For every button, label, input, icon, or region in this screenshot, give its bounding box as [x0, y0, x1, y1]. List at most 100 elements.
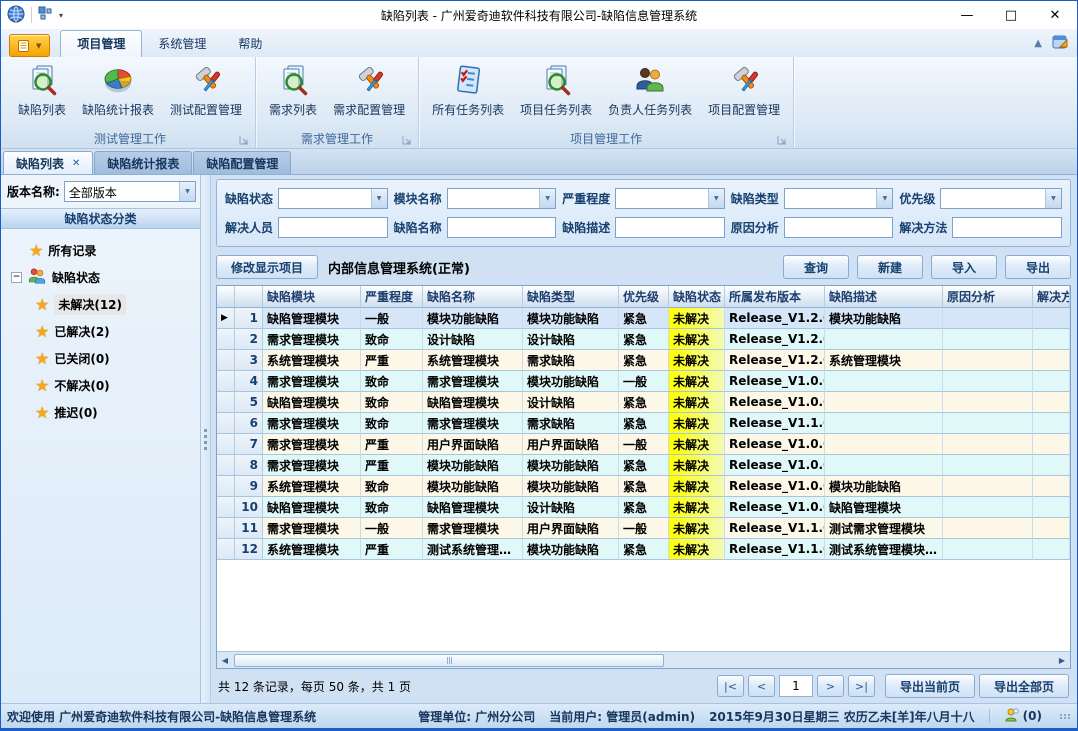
tree-node-1[interactable]: ★所有记录 [11, 237, 196, 264]
action-button-1[interactable]: 查询 [783, 255, 849, 279]
ribbon-button-3-4[interactable]: 项目配置管理 [701, 61, 787, 120]
table-row[interactable]: 9系统管理模块致命模块功能缺陷模块功能缺陷紧急未解决Release_V1.0.0… [217, 476, 1070, 497]
ribbon-button-1-1[interactable]: 缺陷列表 [11, 61, 73, 120]
chevron-down-icon[interactable] [708, 189, 724, 208]
filter-input-2-3[interactable] [615, 217, 725, 238]
table-row[interactable]: 2需求管理模块致命设计缺陷设计缺陷紧急未解决Release_V1.2.0 [217, 329, 1070, 350]
ribbon-button-2-2[interactable]: 需求配置管理 [326, 61, 412, 120]
filter-combobox-1-5[interactable] [940, 188, 1062, 209]
ribbon-button-3-1[interactable]: 所有任务列表 [425, 61, 511, 120]
tree-node-2[interactable]: −缺陷状态 [11, 264, 196, 291]
table-row[interactable]: 6需求管理模块致命需求管理模块需求缺陷紧急未解决Release_V1.1.0 [217, 413, 1070, 434]
collapse-ribbon-icon[interactable]: ▲ [1034, 38, 1042, 49]
resize-grip[interactable] [1060, 714, 1071, 719]
row-number: 5 [235, 392, 263, 413]
doc-tab-2[interactable]: 缺陷统计报表 [94, 151, 192, 174]
next-page-button[interactable]: > [817, 675, 844, 697]
column-header-8[interactable]: 缺陷描述 [825, 286, 943, 308]
version-combobox[interactable]: 全部版本 [64, 181, 196, 202]
table-row[interactable]: 7需求管理模块严重用户界面缺陷用户界面缺陷一般未解决Release_V1.0.0 [217, 434, 1070, 455]
column-header-6[interactable]: 缺陷状态 [669, 286, 725, 308]
horizontal-scrollbar[interactable]: ◀ ▶ [217, 651, 1070, 668]
doc-tab-3[interactable]: 缺陷配置管理 [193, 151, 291, 174]
doc-tab-1[interactable]: 缺陷列表✕ [3, 151, 93, 174]
cell-缺陷类型: 设计缺陷 [523, 329, 619, 350]
ribbon-button-3-3[interactable]: 负责人任务列表 [601, 61, 699, 120]
column-header-10[interactable]: 解决方法 [1033, 286, 1070, 308]
ribbon-button-2-1[interactable]: 需求列表 [262, 61, 324, 120]
action-button-2[interactable]: 新建 [857, 255, 923, 279]
quick-access-icon[interactable] [38, 6, 53, 24]
export-all-pages-button[interactable]: 导出全部页 [979, 674, 1069, 698]
ribbon-button-1-3[interactable]: 测试配置管理 [163, 61, 249, 120]
scroll-left-icon[interactable]: ◀ [217, 653, 233, 668]
column-header-3[interactable]: 缺陷名称 [423, 286, 523, 308]
filter-input-2-1[interactable] [278, 217, 388, 238]
launcher-icon[interactable] [239, 134, 249, 148]
column-header-9[interactable]: 原因分析 [943, 286, 1033, 308]
tree-expander-icon[interactable]: − [11, 272, 22, 283]
filter-input-2-2[interactable] [447, 217, 557, 238]
cell-缺陷模块: 需求管理模块 [263, 455, 361, 476]
filter-combobox-1-2[interactable] [447, 188, 557, 209]
table-row[interactable]: 8需求管理模块严重模块功能缺陷模块功能缺陷紧急未解决Release_V1.0.0 [217, 455, 1070, 476]
filter-combobox-1-3[interactable] [615, 188, 725, 209]
tree-leaf-5[interactable]: ★推迟(0) [35, 399, 196, 426]
prev-page-button[interactable]: < [748, 675, 775, 697]
application-menu-button[interactable]: ▼ [9, 34, 50, 57]
export-current-page-button[interactable]: 导出当前页 [885, 674, 975, 698]
ribbon-tab-3[interactable]: 帮助 [222, 31, 278, 57]
ribbon-tab-1[interactable]: 项目管理 [60, 30, 142, 57]
column-header-2[interactable]: 严重程度 [361, 286, 423, 308]
scroll-right-icon[interactable]: ▶ [1054, 653, 1070, 668]
cell-所属发布版本: Release_V1.0.0 [725, 392, 825, 413]
filter-combobox-1-4[interactable] [784, 188, 894, 209]
tree-leaf-3[interactable]: ★已关闭(0) [35, 345, 196, 372]
first-page-button[interactable]: |< [717, 675, 744, 697]
quick-access-dropdown-icon[interactable]: ▾ [59, 11, 63, 20]
maximize-button[interactable]: □ [989, 2, 1033, 28]
filter-input-2-4[interactable] [784, 217, 894, 238]
table-row[interactable]: 12系统管理模块严重测试系统管理…模块功能缺陷紧急未解决Release_V1.1… [217, 539, 1070, 560]
chevron-down-icon[interactable] [876, 189, 892, 208]
chevron-down-icon[interactable] [371, 189, 387, 208]
close-tab-icon[interactable]: ✕ [72, 158, 80, 169]
action-button-4[interactable]: 导出 [1005, 255, 1071, 279]
close-button[interactable]: ✕ [1033, 2, 1077, 28]
table-row[interactable]: 4需求管理模块致命需求管理模块模块功能缺陷一般未解决Release_V1.0.0 [217, 371, 1070, 392]
tree-leaf-4[interactable]: ★不解决(0) [35, 372, 196, 399]
column-header-1[interactable]: 缺陷模块 [263, 286, 361, 308]
ribbon-tab-2[interactable]: 系统管理 [142, 31, 222, 57]
filter-input-2-5[interactable] [952, 217, 1062, 238]
cell-所属发布版本: Release_V1.1.0 [725, 539, 825, 560]
minimize-button[interactable]: — [945, 2, 989, 28]
modify-columns-button[interactable]: 修改显示项目 [216, 255, 318, 279]
column-header-5[interactable]: 优先级 [619, 286, 669, 308]
system-status-label: 内部信息管理系统(正常) [328, 258, 470, 277]
panel-splitter[interactable] [201, 175, 211, 703]
table-row[interactable]: 5缺陷管理模块致命缺陷管理模块设计缺陷紧急未解决Release_V1.0.0 [217, 392, 1070, 413]
table-row[interactable]: 10缺陷管理模块致命缺陷管理模块设计缺陷紧急未解决Release_V1.0.0缺… [217, 497, 1070, 518]
ribbon-button-3-2[interactable]: 项目任务列表 [513, 61, 599, 120]
action-button-3[interactable]: 导入 [931, 255, 997, 279]
table-row[interactable]: 11需求管理模块一般需求管理模块用户界面缺陷一般未解决Release_V1.1.… [217, 518, 1070, 539]
launcher-icon[interactable] [777, 134, 787, 148]
chevron-down-icon[interactable] [539, 189, 555, 208]
cell-缺陷模块: 系统管理模块 [263, 350, 361, 371]
launcher-icon[interactable] [402, 134, 412, 148]
tree-leaf-2[interactable]: ★已解决(2) [35, 318, 196, 345]
filter-combobox-1-1[interactable] [278, 188, 388, 209]
table-row[interactable]: ▶1缺陷管理模块一般模块功能缺陷模块功能缺陷紧急未解决Release_V1.2.… [217, 308, 1070, 329]
column-header-4[interactable]: 缺陷类型 [523, 286, 619, 308]
cell-缺陷名称: 需求管理模块 [423, 518, 523, 539]
ribbon-button-1-2[interactable]: 缺陷统计报表 [75, 61, 161, 120]
chevron-down-icon[interactable] [179, 182, 195, 201]
last-page-button[interactable]: >| [848, 675, 875, 697]
page-number-input[interactable]: 1 [779, 675, 813, 697]
scrollbar-thumb[interactable] [234, 654, 664, 667]
column-header-7[interactable]: 所属发布版本 [725, 286, 825, 308]
table-row[interactable]: 3系统管理模块严重系统管理模块需求缺陷紧急未解决Release_V1.2.0系统… [217, 350, 1070, 371]
chevron-down-icon[interactable] [1045, 189, 1061, 208]
help-window-icon[interactable] [1052, 34, 1069, 53]
tree-leaf-1[interactable]: ★未解决(12) [35, 291, 196, 318]
